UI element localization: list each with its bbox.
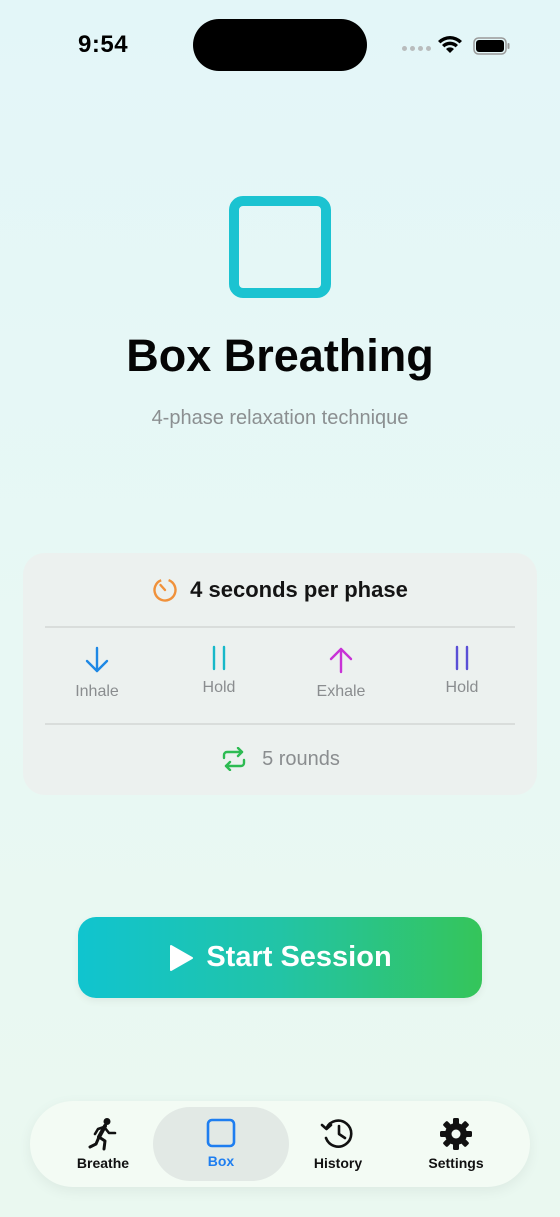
session-info-card: 4 seconds per phase Inhale Hold Exhale H… — [23, 553, 537, 795]
dynamic-island — [193, 19, 367, 71]
box-breathing-square-icon — [229, 196, 331, 298]
tab-bar: Breathe Box History Settings — [30, 1101, 530, 1187]
gear-icon — [440, 1118, 472, 1150]
tab-label: History — [313, 1155, 363, 1171]
status-time: 9:54 — [78, 31, 129, 58]
start-session-button[interactable]: Start Session — [78, 917, 482, 998]
phase-hold-1: Hold — [159, 645, 279, 697]
cellular-signal-icon — [402, 46, 431, 51]
card-divider — [45, 626, 515, 628]
tab-label: Box — [207, 1153, 235, 1169]
wifi-icon — [438, 36, 462, 53]
phase-exhale: Exhale — [281, 645, 401, 701]
running-figure-icon — [88, 1118, 117, 1151]
start-session-label: Start Session — [206, 941, 392, 973]
tab-breathe[interactable]: Breathe — [35, 1107, 171, 1181]
phase-label: Exhale — [316, 683, 366, 700]
status-bar: 9:54 — [0, 0, 560, 90]
history-clock-icon — [320, 1119, 353, 1148]
page-title: Box Breathing — [126, 330, 434, 381]
tab-box[interactable]: Box — [153, 1107, 289, 1181]
tab-history[interactable]: History — [270, 1107, 406, 1181]
tab-label: Breathe — [76, 1155, 130, 1171]
square-icon — [206, 1118, 236, 1148]
phase-label: Hold — [445, 679, 479, 696]
arrow-up-icon — [329, 647, 353, 674]
phase-list: Inhale Hold Exhale Hold — [23, 645, 537, 709]
timing-row: 4 seconds per phase — [23, 553, 537, 627]
timing-label: 4 seconds per phase — [190, 577, 408, 602]
card-divider — [45, 723, 515, 725]
phase-hold-2: Hold — [402, 645, 522, 697]
pause-icon — [212, 645, 226, 671]
rounds-label: 5 rounds — [262, 747, 340, 770]
tab-label: Settings — [428, 1155, 484, 1171]
timer-icon — [153, 578, 177, 602]
play-icon — [170, 944, 194, 971]
battery-icon — [473, 37, 510, 55]
repeat-icon — [222, 747, 246, 771]
phase-label: Inhale — [75, 683, 119, 700]
pause-icon — [455, 645, 469, 671]
phase-label: Hold — [202, 679, 236, 696]
phase-inhale: Inhale — [37, 645, 157, 701]
rounds-row: 5 rounds — [23, 739, 537, 779]
tab-settings[interactable]: Settings — [388, 1107, 524, 1181]
page-subtitle: 4-phase relaxation technique — [151, 407, 409, 429]
arrow-down-icon — [85, 646, 109, 673]
